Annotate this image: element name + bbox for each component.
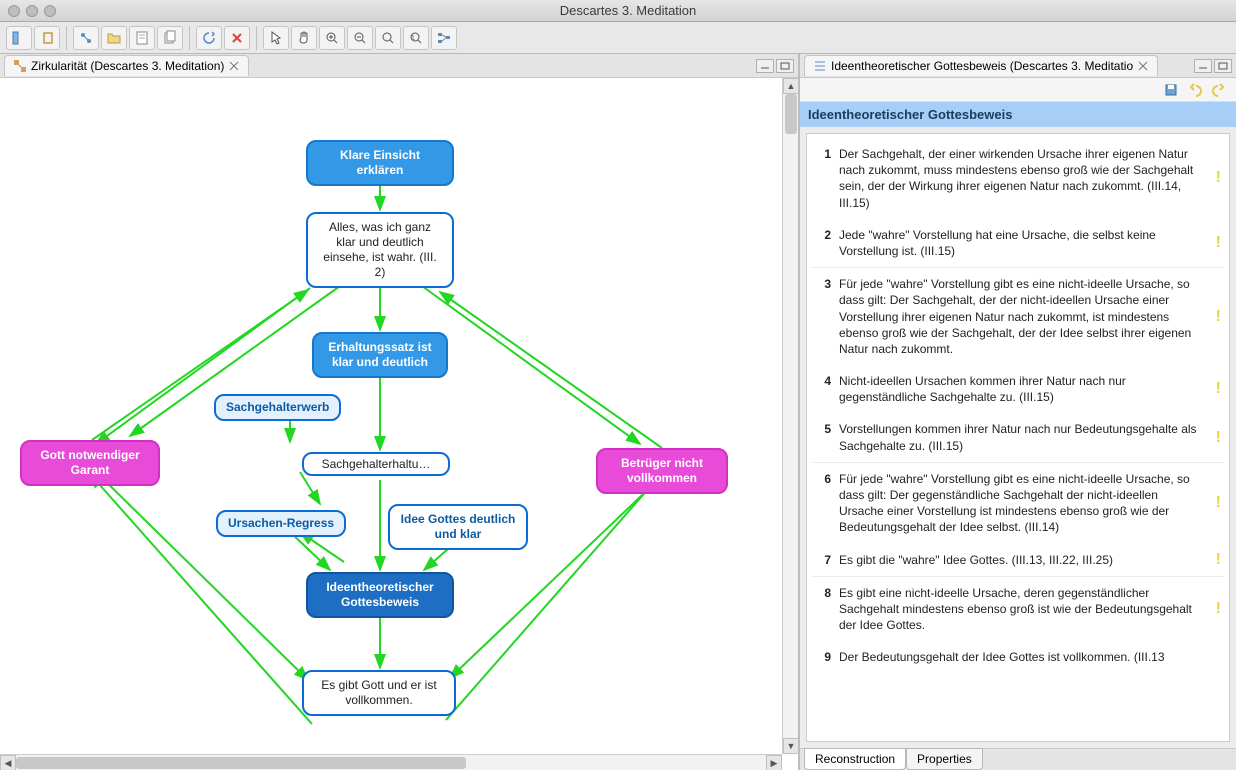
warning-icon: ! <box>1216 306 1221 328</box>
zoom-reset-button[interactable]: 1 <box>403 26 429 50</box>
open-folder-button[interactable] <box>101 26 127 50</box>
warning-icon: ! <box>1216 378 1221 400</box>
minimize-pane-button[interactable] <box>756 59 774 73</box>
tab-zirkularitaet[interactable]: Zirkularität (Descartes 3. Meditation) <box>4 55 249 76</box>
warning-icon: ! <box>1216 427 1221 449</box>
scroll-right-button[interactable]: ▶ <box>766 755 782 770</box>
zoom-window-button[interactable] <box>44 5 56 17</box>
list-item[interactable]: 3Für jede "wahre" Vorstellung gibt es ei… <box>811 268 1225 365</box>
node-betrueger[interactable]: Betrüger nicht vollkommen <box>596 448 728 494</box>
zoom-in-button[interactable] <box>319 26 345 50</box>
right-pane-toolbar <box>800 78 1236 102</box>
copy-button[interactable] <box>157 26 183 50</box>
zoom-out-button[interactable] <box>347 26 373 50</box>
pointer-tool-button[interactable] <box>263 26 289 50</box>
diagram-canvas[interactable]: Klare Einsicht erklären Alles, was ich g… <box>0 78 798 770</box>
node-klare-einsicht[interactable]: Klare Einsicht erklären <box>306 140 454 186</box>
list-item[interactable]: 6Für jede "wahre" Vorstellung gibt es ei… <box>811 463 1225 544</box>
node-sachgehalterwerb[interactable]: Sachgehalterwerb <box>214 394 341 421</box>
warning-icon: ! <box>1216 598 1221 620</box>
maximize-pane-button[interactable] <box>1214 59 1232 73</box>
zoom-fit-button[interactable] <box>375 26 401 50</box>
maximize-pane-button[interactable] <box>776 59 794 73</box>
tab-label: Zirkularität (Descartes 3. Meditation) <box>31 59 224 73</box>
bottom-tabs: Reconstruction Properties <box>800 748 1236 770</box>
tab-properties[interactable]: Properties <box>906 748 983 770</box>
tool-button-3[interactable] <box>73 26 99 50</box>
scroll-down-button[interactable]: ▼ <box>783 738 798 754</box>
tool-button-1[interactable] <box>6 26 32 50</box>
list-item[interactable]: 4Nicht-ideellen Ursachen kommen ihrer Na… <box>811 365 1225 413</box>
scroll-up-button[interactable]: ▲ <box>783 78 798 94</box>
warning-icon: ! <box>1216 549 1221 571</box>
close-window-button[interactable] <box>8 5 20 17</box>
svg-text:1: 1 <box>411 35 415 42</box>
list-item[interactable]: 8Es gibt eine nicht-ideelle Ursache, der… <box>811 577 1225 642</box>
list-item[interactable]: 1Der Sachgehalt, der einer wirkenden Urs… <box>811 138 1225 219</box>
hand-tool-button[interactable] <box>291 26 317 50</box>
tab-close-button[interactable] <box>1137 60 1149 72</box>
warning-icon: ! <box>1216 492 1221 514</box>
tab-gottesbeweis[interactable]: Ideentheoretischer Gottesbeweis (Descart… <box>804 55 1158 76</box>
window-title: Descartes 3. Meditation <box>66 3 1236 18</box>
tool-button-2[interactable] <box>34 26 60 50</box>
warning-icon: ! <box>1216 168 1221 190</box>
list-item[interactable]: 9Der Bedeutungsgehalt der Idee Gottes is… <box>811 641 1225 673</box>
minimize-pane-button[interactable] <box>1194 59 1212 73</box>
proof-list[interactable]: 1Der Sachgehalt, der einer wirkenden Urs… <box>806 133 1230 742</box>
list-tab-icon <box>813 59 827 73</box>
undo-icon[interactable] <box>1186 81 1204 99</box>
node-alles-klar[interactable]: Alles, was ich ganz klar und deutlich ei… <box>306 212 454 288</box>
node-ideentheoretischer[interactable]: Ideentheoretischer Gottesbeweis <box>306 572 454 618</box>
left-pane: Zirkularität (Descartes 3. Meditation) <box>0 54 800 770</box>
document-button[interactable] <box>129 26 155 50</box>
list-item[interactable]: 5Vorstellungen kommen ihrer Natur nach n… <box>811 413 1225 462</box>
section-header: Ideentheoretischer Gottesbeweis <box>800 102 1236 127</box>
node-ursachen-regress[interactable]: Ursachen-Regress <box>216 510 346 537</box>
tab-label: Ideentheoretischer Gottesbeweis (Descart… <box>831 59 1133 73</box>
delete-button[interactable] <box>224 26 250 50</box>
node-es-gibt-gott[interactable]: Es gibt Gott und er ist vollkommen. <box>302 670 456 716</box>
save-icon[interactable] <box>1162 81 1180 99</box>
vertical-scrollbar[interactable]: ▲ ▼ <box>782 78 798 754</box>
diagram-tab-icon <box>13 59 27 73</box>
horizontal-scrollbar[interactable]: ◀ ▶ <box>0 754 782 770</box>
scroll-thumb-v[interactable] <box>785 94 797 134</box>
node-sachgehalterhaltung[interactable]: Sachgehalterhaltu… <box>302 452 450 476</box>
node-gott-garant[interactable]: Gott notwendiger Garant <box>20 440 160 486</box>
list-item[interactable]: 7Es gibt die "wahre" Idee Gottes. (III.1… <box>811 544 1225 577</box>
minimize-window-button[interactable] <box>26 5 38 17</box>
tab-reconstruction[interactable]: Reconstruction <box>804 748 906 770</box>
left-tabbar: Zirkularität (Descartes 3. Meditation) <box>0 54 798 78</box>
traffic-lights <box>8 5 56 17</box>
list-item[interactable]: 2Jede "wahre" Vorstellung hat eine Ursac… <box>811 219 1225 268</box>
tab-close-button[interactable] <box>228 60 240 72</box>
refresh-button[interactable] <box>196 26 222 50</box>
redo-icon[interactable] <box>1210 81 1228 99</box>
right-pane: Ideentheoretischer Gottesbeweis (Descart… <box>800 54 1236 770</box>
layout-button[interactable] <box>431 26 457 50</box>
warning-icon: ! <box>1216 232 1221 254</box>
right-tabbar: Ideentheoretischer Gottesbeweis (Descart… <box>800 54 1236 78</box>
node-erhaltungssatz[interactable]: Erhaltungssatz ist klar und deutlich <box>312 332 448 378</box>
main-toolbar: 1 <box>0 22 1236 54</box>
scroll-left-button[interactable]: ◀ <box>0 755 16 770</box>
scroll-thumb-h[interactable] <box>16 757 466 769</box>
node-idee-gottes[interactable]: Idee Gottes deutlich und klar <box>388 504 528 550</box>
window-titlebar: Descartes 3. Meditation <box>0 0 1236 22</box>
